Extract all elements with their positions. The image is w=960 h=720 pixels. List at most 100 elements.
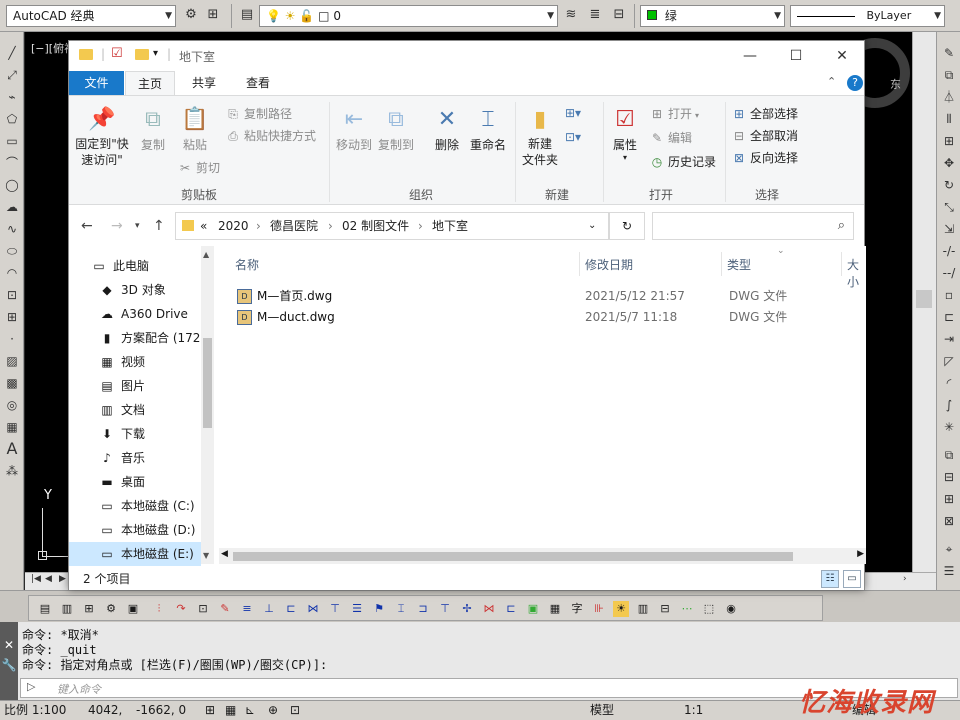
explode-icon[interactable]: ✳ xyxy=(940,418,958,436)
color-select[interactable]: 绿 ▼ xyxy=(640,5,785,27)
nav-item[interactable]: ▥ 文档 xyxy=(69,398,201,422)
nav-item[interactable]: ▭ 此电脑 xyxy=(69,254,201,278)
file-list-horizontal-scrollbar[interactable]: ◀ ▶ xyxy=(219,548,866,564)
circle-icon[interactable]: ◯ xyxy=(3,176,21,194)
group-edit-icon[interactable]: ⊠ xyxy=(940,512,958,530)
scale-readout[interactable]: 比例 1:100 xyxy=(4,701,66,720)
nav-item[interactable]: ▭ 本地磁盘 (C:) xyxy=(69,494,201,518)
nav-item[interactable]: ▦ 视频 xyxy=(69,350,201,374)
column-type[interactable]: 类型 xyxy=(727,256,751,273)
split-icon[interactable]: ⊤ xyxy=(327,601,343,617)
breadcrumb-chevron-icon[interactable]: › xyxy=(256,213,261,239)
refresh-button[interactable]: ↻ xyxy=(609,212,645,240)
bracket-icon[interactable]: ⊏ xyxy=(283,601,299,617)
text-icon[interactable]: A xyxy=(3,440,21,458)
tab-home[interactable]: 主页 xyxy=(125,71,175,96)
maximize-icon[interactable]: ☐ xyxy=(773,41,819,71)
save-icon[interactable]: ▣ xyxy=(125,601,141,617)
ungroup-icon[interactable]: ⊞ xyxy=(940,490,958,508)
ellipse-icon[interactable]: ⬭ xyxy=(3,242,21,260)
history-button[interactable]: ◷ 历史记录 xyxy=(649,152,716,172)
grid-display-icon[interactable]: ▦ xyxy=(225,701,236,720)
wrench-icon[interactable]: 🔧 xyxy=(0,658,18,672)
tab-share[interactable]: 共享 xyxy=(179,71,229,95)
erase-icon[interactable]: ✎ xyxy=(940,44,958,62)
layer-isolate-icon[interactable]: ⚙ xyxy=(103,601,119,617)
measure-icon[interactable]: ⌖ xyxy=(940,540,958,558)
gear-icon[interactable]: ⚙ xyxy=(182,6,200,24)
list-icon[interactable]: ☰ xyxy=(349,601,365,617)
make-block-icon[interactable]: ⊞ xyxy=(3,308,21,326)
large-icons-view-icon[interactable]: ▭ xyxy=(843,570,861,588)
copy-button[interactable]: ⧉ 复制 xyxy=(133,104,173,153)
pipe-icon[interactable]: ⊏ xyxy=(503,601,519,617)
pin-quick-access-button[interactable]: 📌 固定到"快 速访问" xyxy=(73,104,131,168)
point-icon[interactable]: · xyxy=(3,330,21,348)
new-folder-button[interactable]: ▮ 新建 文件夹 xyxy=(519,104,561,168)
polygon-icon[interactable]: ⬠ xyxy=(3,110,21,128)
breadcrumb-overflow[interactable]: « xyxy=(200,213,207,239)
ellipse-arc-icon[interactable]: ◠ xyxy=(3,264,21,282)
blend-curves-icon[interactable]: ∫ xyxy=(940,396,958,414)
view-icon[interactable]: ⊡ xyxy=(195,601,211,617)
revcloud-icon[interactable]: ☁ xyxy=(3,198,21,216)
mirror-icon[interactable]: ⏃ xyxy=(940,88,958,106)
recent-locations-icon[interactable]: ▾ xyxy=(135,221,140,231)
panel-icon[interactable]: ▥ xyxy=(635,601,651,617)
group-icon[interactable]: ⊟ xyxy=(940,468,958,486)
edit-button[interactable]: ✎ 编辑 xyxy=(649,128,692,148)
nav-item[interactable]: ☁ A360 Drive xyxy=(69,302,201,326)
osnap-icon[interactable]: ⊡ xyxy=(290,701,300,720)
eye-icon[interactable]: ◉ xyxy=(723,601,739,617)
copy-path-button[interactable]: ⎘ 复制路径 xyxy=(225,104,292,124)
nav-item[interactable]: ▭ 本地磁盘 (E:) xyxy=(69,542,201,566)
rotate-icon[interactable]: ↻ xyxy=(940,176,958,194)
duct-icon[interactable]: ⌶ xyxy=(393,601,409,617)
add-selected-icon[interactable]: ⁂ xyxy=(3,462,21,480)
address-bar[interactable]: « 2020 › 德昌医院 › 02 制图文件 › 地下室 ⌄ xyxy=(175,212,609,240)
file-row[interactable]: D M—duct.dwg 2021/5/7 11:18 DWG 文件 xyxy=(229,307,859,328)
scale-icon[interactable]: ⤡ xyxy=(940,198,958,216)
layer-tool-icon[interactable]: ▤ xyxy=(37,601,53,617)
close-icon[interactable]: ✕ xyxy=(0,638,18,652)
valve-icon[interactable]: ⋈ xyxy=(481,601,497,617)
forward-arrow-icon[interactable]: → xyxy=(111,218,123,234)
text-tool-icon[interactable]: 字 xyxy=(569,601,585,617)
next-layout-icon[interactable]: ▶ xyxy=(59,574,66,584)
delete-button[interactable]: ✕ 删除 xyxy=(427,104,467,153)
table-tool-icon[interactable]: ▦ xyxy=(547,601,563,617)
pen-icon[interactable]: ✎ xyxy=(217,601,233,617)
copy-object-icon[interactable]: ⧉ xyxy=(940,66,958,84)
workspace-select[interactable]: AutoCAD 经典 ▼ xyxy=(6,5,176,27)
command-window-handle[interactable]: ✕ 🔧 xyxy=(0,622,18,700)
model-space-label[interactable]: 模型 xyxy=(590,701,614,720)
prev-layout-icon[interactable]: ◀ xyxy=(45,574,52,584)
extend-icon[interactable]: --/ xyxy=(940,264,958,282)
search-input[interactable]: ⌕ xyxy=(652,212,854,240)
breadcrumb-2020[interactable]: 2020 xyxy=(218,213,249,239)
layer-match-icon[interactable]: ⊟ xyxy=(610,6,628,24)
highlight-icon[interactable]: ☀ xyxy=(613,601,629,617)
column-name[interactable]: 名称 xyxy=(235,256,259,273)
properties-button[interactable]: ☑ 属性 ▾ xyxy=(605,104,645,162)
command-prompt-icon[interactable]: ▷ xyxy=(27,680,35,693)
line-dot-icon[interactable]: ⋯ xyxy=(679,601,695,617)
nav-item[interactable]: ▭ 本地磁盘 (D:) xyxy=(69,518,201,542)
layer-previous-icon[interactable]: ≣ xyxy=(586,6,604,24)
select-all-button[interactable]: ⊞ 全部选择 xyxy=(731,104,798,124)
fillet-icon[interactable]: ◜ xyxy=(940,374,958,392)
tab-file[interactable]: 文件 xyxy=(69,71,124,95)
scroll-down-icon[interactable]: ▼ xyxy=(203,551,209,560)
cut-button[interactable]: ✂ 剪切 xyxy=(177,158,220,178)
stretch-icon[interactable]: ⇲ xyxy=(940,220,958,238)
address-dropdown-icon[interactable]: ⌄ xyxy=(588,213,596,239)
rectangle-icon[interactable]: ▭ xyxy=(3,132,21,150)
open-button[interactable]: ⊞ 打开 ▾ xyxy=(649,104,699,124)
cross-icon[interactable]: ✢ xyxy=(459,601,475,617)
collapse-ribbon-icon[interactable]: ⌃ xyxy=(827,75,836,88)
new-folder-quick-icon[interactable] xyxy=(135,49,149,60)
base-icon[interactable]: ⊥ xyxy=(261,601,277,617)
region-icon[interactable]: ◎ xyxy=(3,396,21,414)
flag-icon[interactable]: ⚑ xyxy=(371,601,387,617)
layer-select[interactable]: 💡 ☀ 🔓 □ 0 ▼ xyxy=(259,5,558,27)
